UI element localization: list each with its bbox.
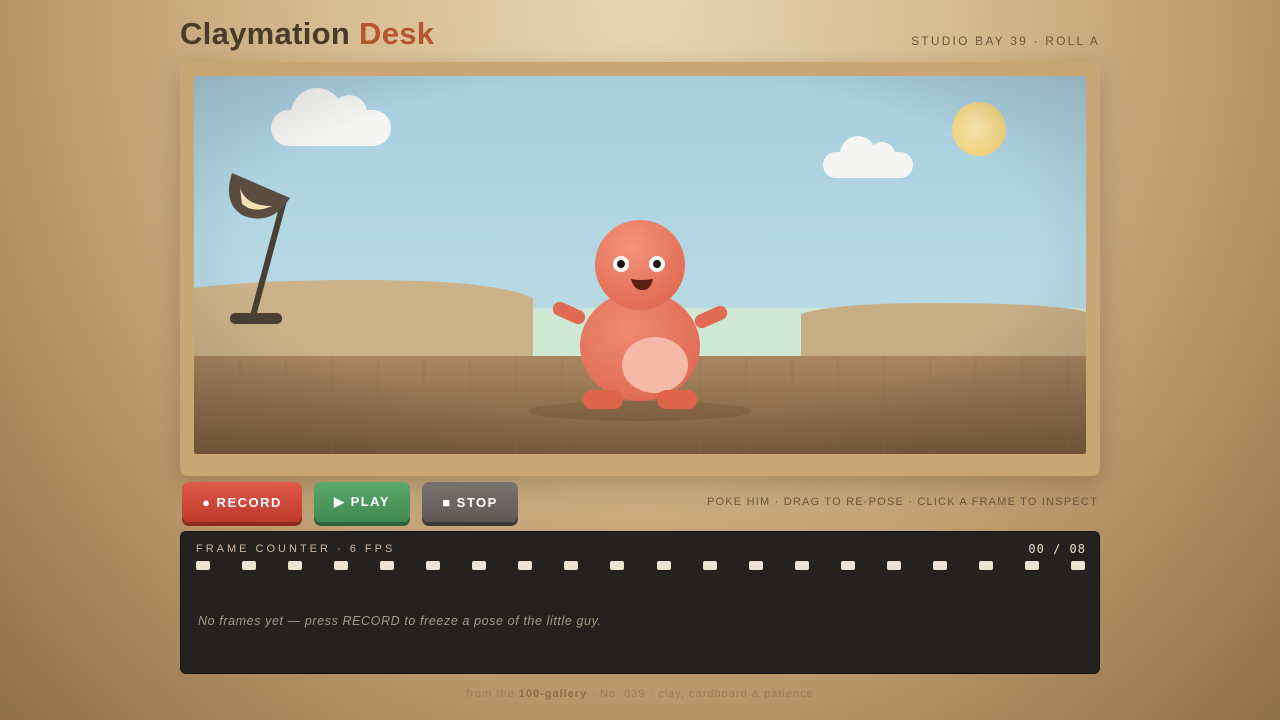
interaction-hint: POKE HIM · DRAG TO RE-POSE · CLICK A FRA… <box>706 496 1098 508</box>
sprocket-hole <box>657 561 671 570</box>
footer-suffix: · No. 039 · clay, cardboard & patience <box>591 688 814 700</box>
sprocket-hole <box>933 561 947 570</box>
stop-button[interactable]: ■ STOP <box>422 482 518 522</box>
sprocket-hole <box>979 561 993 570</box>
clay-figure-belly <box>622 337 688 393</box>
stage-frame <box>180 62 1100 476</box>
sprocket-hole <box>1071 561 1085 570</box>
empty-filmstrip-message: No frames yet — press RECORD to freeze a… <box>198 614 602 628</box>
play-button[interactable]: ▶ PLAY <box>314 482 410 522</box>
frame-counter-label: FRAME COUNTER · 6 FPS <box>196 543 396 555</box>
stage-scene <box>194 76 1086 454</box>
sprocket-hole <box>841 561 855 570</box>
sprocket-hole <box>242 561 256 570</box>
frame-counter: 00 / 08 <box>1028 542 1086 556</box>
sprocket-hole <box>196 561 210 570</box>
sprocket-hole <box>564 561 578 570</box>
footer-gallery: 100-gallery <box>518 688 588 700</box>
footer: from the 100-gallery · No. 039 · clay, c… <box>0 688 1280 700</box>
stage[interactable] <box>194 76 1086 454</box>
header: Claymation Desk STUDIO BAY 39 · ROLL A <box>180 16 1100 56</box>
clay-figure-head[interactable] <box>595 220 685 310</box>
sprocket-hole <box>518 561 532 570</box>
filmstrip-panel: FRAME COUNTER · 6 FPS 00 / 08 No frames … <box>180 531 1100 674</box>
sprocket-hole <box>749 561 763 570</box>
sprocket-hole <box>334 561 348 570</box>
sprocket-hole <box>795 561 809 570</box>
clay-figure-right-foot[interactable] <box>657 390 697 409</box>
studio-label: STUDIO BAY 39 · ROLL A <box>911 34 1100 48</box>
sprocket-hole <box>1025 561 1039 570</box>
footer-prefix: from the <box>466 688 515 700</box>
control-bar: ● RECORD ▶ PLAY ■ STOP POKE HIM · DRAG T… <box>180 482 1100 526</box>
sprocket-hole <box>610 561 624 570</box>
sun-icon <box>952 102 1006 156</box>
app-title-accent: Desk <box>359 16 435 51</box>
sprocket-hole <box>887 561 901 570</box>
app-title-main: Claymation <box>180 16 351 51</box>
sprocket-hole <box>703 561 717 570</box>
sprocket-hole <box>426 561 440 570</box>
sprocket-hole <box>472 561 486 570</box>
sprocket-hole <box>380 561 394 570</box>
clay-figure-left-foot[interactable] <box>583 390 623 409</box>
figure-shadow <box>528 401 752 421</box>
record-button[interactable]: ● RECORD <box>182 482 302 522</box>
app-title: Claymation Desk <box>180 16 434 52</box>
sprocket-holes <box>196 561 1085 571</box>
sprocket-hole <box>288 561 302 570</box>
